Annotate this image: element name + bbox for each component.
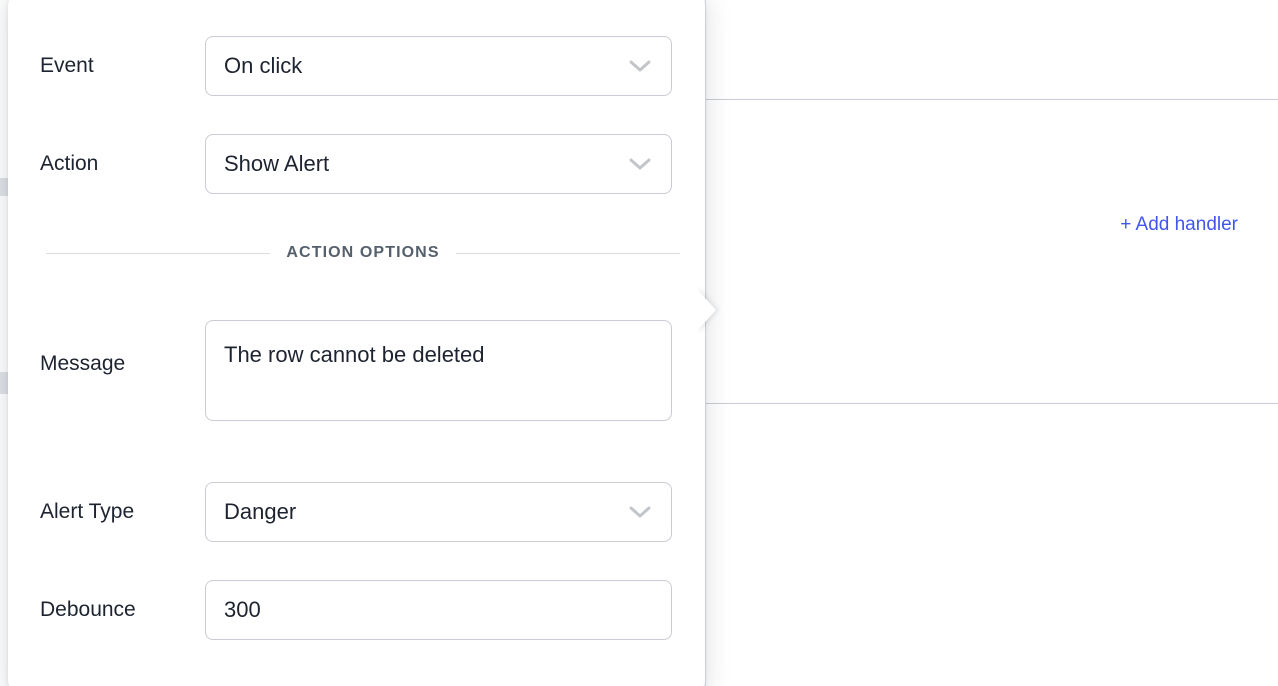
debounce-input[interactable] bbox=[205, 580, 672, 640]
chevron-down-icon bbox=[627, 58, 653, 74]
message-textarea[interactable] bbox=[205, 320, 672, 421]
action-field-label: Action bbox=[8, 152, 205, 176]
event-field-label: Event bbox=[8, 54, 205, 78]
alert-type-select[interactable]: Danger bbox=[205, 482, 672, 542]
debounce-input-control[interactable] bbox=[205, 580, 672, 640]
event-select[interactable]: On click bbox=[205, 36, 672, 96]
panel-divider-vertical bbox=[705, 0, 706, 686]
message-field-row: Message bbox=[8, 320, 705, 426]
action-options-caption: ACTION OPTIONS bbox=[286, 244, 439, 262]
separator-line-right bbox=[456, 253, 680, 254]
action-config-popover: Event On click Action Show Alert bbox=[8, 0, 705, 686]
action-select[interactable]: Show Alert bbox=[205, 134, 672, 194]
alert-type-select-control[interactable]: Danger bbox=[205, 482, 672, 542]
action-select-control[interactable]: Show Alert bbox=[205, 134, 672, 194]
chevron-down-icon bbox=[627, 156, 653, 172]
debounce-field-label: Debounce bbox=[8, 598, 205, 622]
event-select-value: On click bbox=[224, 55, 302, 77]
section-divider-middle bbox=[706, 403, 1278, 404]
debounce-field-row: Debounce bbox=[8, 580, 705, 640]
app-screen: Events + Add handler On click Show Alert bbox=[0, 0, 1278, 686]
chevron-down-icon bbox=[627, 504, 653, 520]
action-select-value: Show Alert bbox=[224, 153, 329, 175]
inspector-panel: Events + Add handler On click Show Alert bbox=[705, 0, 1278, 686]
message-field-label: Message bbox=[8, 320, 205, 376]
separator-line-left bbox=[46, 253, 270, 254]
alert-type-select-value: Danger bbox=[224, 501, 296, 523]
alert-type-field-label: Alert Type bbox=[8, 500, 205, 524]
alert-type-field-row: Alert Type Danger bbox=[8, 482, 705, 542]
event-select-control[interactable]: On click bbox=[205, 36, 672, 96]
section-divider-top bbox=[706, 99, 1278, 100]
background-edge-chip bbox=[0, 178, 8, 196]
message-textarea-control[interactable] bbox=[205, 320, 672, 426]
background-edge-chip bbox=[0, 372, 8, 394]
add-handler-button[interactable]: + Add handler bbox=[1120, 214, 1238, 236]
event-field-row: Event On click bbox=[8, 36, 705, 96]
action-field-row: Action Show Alert bbox=[8, 134, 705, 194]
action-options-separator: ACTION OPTIONS bbox=[46, 244, 680, 262]
